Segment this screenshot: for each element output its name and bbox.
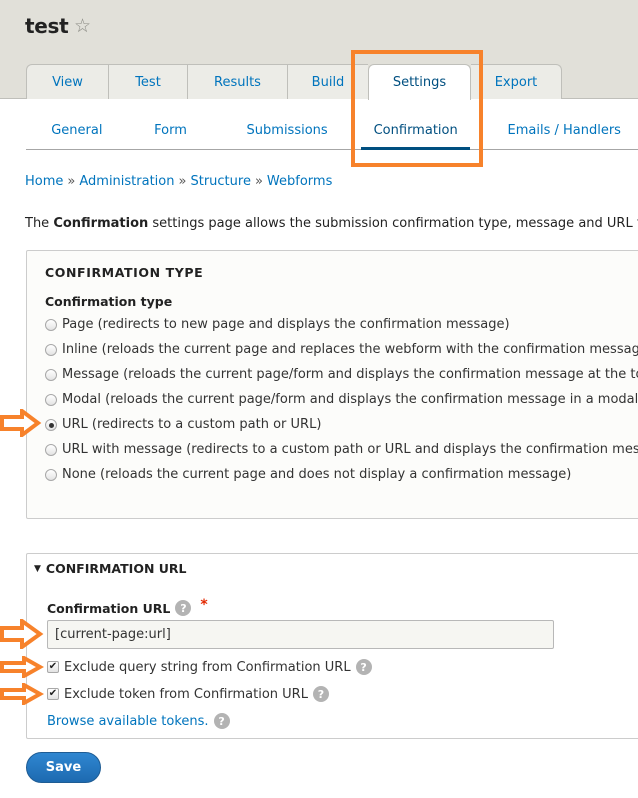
breadcrumb-separator: » <box>67 174 76 189</box>
confirmation-type-fieldset: CONFIRMATION TYPE Confirmation type Page… <box>26 250 638 519</box>
help-icon[interactable]: ? <box>175 600 192 616</box>
confirmation-url-legend: CONFIRMATION URL <box>45 561 187 576</box>
subtab-form[interactable]: Form <box>128 113 214 149</box>
breadcrumb-separator: » <box>178 174 187 189</box>
radio-button[interactable] <box>45 318 57 331</box>
radio-label: URL with message (redirects to a custom … <box>62 442 638 457</box>
radio-label: URL (redirects to a custom path or URL) <box>62 417 322 432</box>
radio-button[interactable] <box>45 368 57 381</box>
radio-option-none[interactable]: None (reloads the current page and does … <box>45 467 571 482</box>
radio-option-url[interactable]: URL (redirects to a custom path or URL) <box>45 417 321 432</box>
subtab-submissions[interactable]: Submissions <box>213 113 361 149</box>
exclude-token-checkbox-row[interactable]: ✔ Exclude token from Confirmation URL? <box>47 686 329 702</box>
page-header: test ☆ View Test Results Build Settings … <box>0 0 638 100</box>
radio-label: Message (reloads the current page/form a… <box>62 367 638 382</box>
breadcrumb-webforms[interactable]: Webforms <box>267 174 332 189</box>
save-button[interactable]: Save <box>26 752 101 783</box>
confirmation-type-label: Confirmation type <box>45 294 173 309</box>
secondary-tabs: General Form Submissions Confirmation Em… <box>26 113 638 150</box>
radio-label: None (reloads the current page and does … <box>62 467 572 482</box>
description-bold: Confirmation <box>53 216 149 231</box>
breadcrumb-separator: » <box>254 174 263 189</box>
tab-view[interactable]: View <box>26 64 108 99</box>
field-label: Confirmation URL <box>47 600 171 616</box>
radio-option-inline[interactable]: Inline (reloads the current page and rep… <box>45 342 638 357</box>
radio-label: Inline (reloads the current page and rep… <box>62 342 638 357</box>
confirmation-type-legend: CONFIRMATION TYPE <box>45 265 204 280</box>
confirmation-url-fieldset: ▼ CONFIRMATION URL Confirmation URL? * ✔ Ex… <box>26 553 638 739</box>
breadcrumb-home[interactable]: Home <box>25 174 63 189</box>
checkbox-checked[interactable]: ✔ <box>47 661 59 673</box>
radio-button[interactable] <box>45 343 57 356</box>
radio-option-modal[interactable]: Modal (reloads the current page/form and… <box>45 392 638 407</box>
description-suffix: settings page allows the submission conf… <box>148 216 638 231</box>
description-prefix: The <box>25 216 54 231</box>
help-icon[interactable]: ? <box>213 713 230 729</box>
page-description: The Confirmation settings page allows th… <box>25 216 638 231</box>
subtab-emails-handlers[interactable]: Emails / Handlers <box>470 113 638 149</box>
radio-button[interactable] <box>45 393 57 406</box>
tab-test[interactable]: Test <box>108 64 187 99</box>
checkbox-checked[interactable]: ✔ <box>47 688 59 700</box>
exclude-query-string-checkbox-row[interactable]: ✔ Exclude query string from Confirmation … <box>47 659 372 675</box>
radio-label: Modal (reloads the current page/form and… <box>62 392 638 407</box>
breadcrumb-administration[interactable]: Administration <box>79 174 174 189</box>
breadcrumb: Home» Administration» Structure» Webforms <box>25 174 332 189</box>
confirmation-url-label: Confirmation URL? * <box>47 597 208 616</box>
checkbox-label: Exclude query string from Confirmation U… <box>64 659 351 675</box>
primary-tabs: View Test Results Build Settings Export <box>26 64 562 100</box>
browse-tokens-link[interactable]: Browse available tokens. <box>47 714 209 729</box>
radio-option-message[interactable]: Message (reloads the current page/form a… <box>45 367 638 382</box>
subtab-general[interactable]: General <box>26 113 128 149</box>
radio-button[interactable] <box>45 468 57 481</box>
tab-settings[interactable]: Settings <box>368 64 471 100</box>
help-icon[interactable]: ? <box>312 686 329 702</box>
subtab-confirmation[interactable]: Confirmation <box>360 113 471 150</box>
star-outline-icon[interactable]: ☆ <box>74 15 91 37</box>
tab-export[interactable]: Export <box>471 64 562 99</box>
browse-tokens: Browse available tokens.? <box>47 713 230 729</box>
radio-option-url-with-message[interactable]: URL with message (redirects to a custom … <box>45 442 638 457</box>
confirmation-url-toggle[interactable]: ▼ CONFIRMATION URL <box>34 561 187 576</box>
radio-button-checked[interactable] <box>45 418 57 431</box>
required-marker: * <box>200 597 208 613</box>
page-title: test <box>25 14 69 38</box>
confirmation-url-input[interactable] <box>47 620 554 649</box>
radio-label: Page (redirects to new page and displays… <box>62 317 510 332</box>
tab-results[interactable]: Results <box>187 64 287 99</box>
radio-option-page[interactable]: Page (redirects to new page and displays… <box>45 317 510 332</box>
help-icon[interactable]: ? <box>355 659 372 675</box>
tab-build[interactable]: Build <box>287 64 368 99</box>
radio-button[interactable] <box>45 443 57 456</box>
triangle-down-icon: ▼ <box>34 563 41 574</box>
breadcrumb-structure[interactable]: Structure <box>190 174 250 189</box>
checkbox-label: Exclude token from Confirmation URL <box>64 686 308 702</box>
